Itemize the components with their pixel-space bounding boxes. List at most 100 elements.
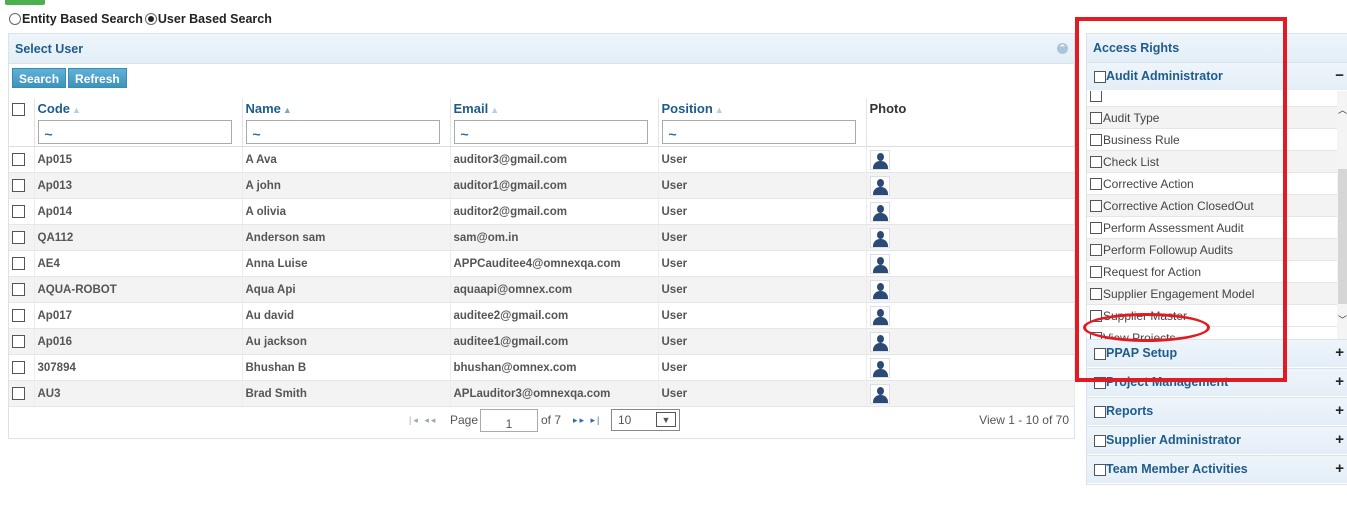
filter-cell: ~ xyxy=(34,118,243,147)
item-checkbox[interactable] xyxy=(1090,288,1102,300)
scrollbar-thumb[interactable] xyxy=(1338,169,1347,304)
item-checkbox[interactable] xyxy=(1090,178,1102,190)
group-checkbox[interactable] xyxy=(1094,71,1106,83)
list-item[interactable]: Business Rule xyxy=(1087,129,1337,151)
table-row[interactable]: AQUA-ROBOT Aqua Api aquaapi@omnex.com User xyxy=(9,276,1075,303)
code-filter-input[interactable]: ~ xyxy=(37,120,232,144)
group-checkbox[interactable] xyxy=(1094,435,1106,447)
position-filter-input[interactable]: ~ xyxy=(661,120,856,144)
table-row[interactable]: Ap014 A olivia auditor2@gmail.com User xyxy=(9,198,1075,225)
page-size-select[interactable]: 10 ▼ xyxy=(611,409,680,431)
scroll-down-icon[interactable]: ﹀ xyxy=(1338,313,1347,326)
column-header-email[interactable]: Email ▲ xyxy=(450,99,659,118)
column-header-code[interactable]: Code ▲ xyxy=(34,99,243,118)
scroll-up-icon[interactable]: ︿ xyxy=(1338,103,1347,116)
name-filter-input[interactable]: ~ xyxy=(245,120,440,144)
column-header-name[interactable]: Name ▲ xyxy=(242,99,451,118)
item-label: Supplier Master xyxy=(1103,309,1188,323)
refresh-button[interactable]: Refresh xyxy=(68,68,127,88)
row-checkbox[interactable] xyxy=(12,361,25,374)
table-row[interactable]: AE4 Anna Luise APPCauditee4@omnexqa.com Use… xyxy=(9,250,1075,277)
expand-toggle-icon[interactable]: + xyxy=(1335,460,1344,477)
list-item[interactable]: Audit Type xyxy=(1087,107,1337,129)
row-checkbox[interactable] xyxy=(12,335,25,348)
item-checkbox[interactable] xyxy=(1090,244,1102,256)
row-checkbox[interactable] xyxy=(12,205,25,218)
list-item[interactable]: Corrective Action xyxy=(1087,173,1337,195)
name-cell: A Ava xyxy=(242,146,451,173)
group-checkbox[interactable] xyxy=(1094,406,1106,418)
row-checkbox[interactable] xyxy=(12,153,25,166)
radio-on-icon[interactable] xyxy=(144,13,157,25)
email-cell: auditee2@gmail.com xyxy=(450,302,659,329)
row-checkbox[interactable] xyxy=(12,309,25,322)
table-row[interactable]: Ap013 A john auditor1@gmail.com User xyxy=(9,172,1075,199)
row-checkbox[interactable] xyxy=(12,387,25,400)
email-filter-input[interactable]: ~ xyxy=(453,120,648,144)
group-label: Supplier Administrator xyxy=(1106,433,1241,447)
list-item[interactable]: View Projects xyxy=(1087,327,1337,339)
table-row[interactable]: Ap016 Au jackson auditee1@gmail.com User xyxy=(9,328,1075,355)
search-button[interactable]: Search xyxy=(12,68,67,88)
table-row[interactable]: Ap017 Au david auditee2@gmail.com User xyxy=(9,302,1075,329)
table-row[interactable]: 307894 Bhushan Bbhushan@omnex.com User xyxy=(9,354,1075,381)
item-checkbox[interactable] xyxy=(1090,266,1102,278)
column-header-position[interactable]: Position ▲ xyxy=(658,99,867,118)
chevron-down-icon[interactable]: ▼ xyxy=(656,412,676,427)
radio-off-icon[interactable] xyxy=(9,13,21,25)
table-row[interactable]: QA112 Anderson sam sam@om.in User xyxy=(9,224,1075,251)
list-item[interactable]: Request for Action xyxy=(1087,261,1337,283)
group-checkbox[interactable] xyxy=(1094,348,1106,360)
group-checkbox[interactable] xyxy=(1094,377,1106,389)
collapse-toggle-icon[interactable]: − xyxy=(1335,67,1344,84)
item-checkbox[interactable] xyxy=(1090,91,1102,102)
item-checkbox[interactable] xyxy=(1090,332,1102,339)
item-checkbox[interactable] xyxy=(1090,112,1102,124)
table-row[interactable]: Ap015 A Ava auditor3@gmail.com User xyxy=(9,146,1075,173)
item-checkbox[interactable] xyxy=(1090,156,1102,168)
group-audit-administrator[interactable]: Audit Administrator − xyxy=(1087,62,1347,90)
group-supplier-administrator[interactable]: Supplier Administrator + xyxy=(1087,426,1347,454)
group-team-member-activities[interactable]: Team Member Activities + xyxy=(1087,455,1347,483)
row-checkbox[interactable] xyxy=(12,231,25,244)
select-all-checkbox[interactable] xyxy=(12,103,25,117)
group-ppap-setup[interactable]: PPAP Setup + xyxy=(1087,339,1347,367)
page-number-input[interactable]: 1 xyxy=(480,409,538,432)
expand-toggle-icon[interactable]: + xyxy=(1335,344,1344,361)
list-item[interactable]: Perform Followup Audits xyxy=(1087,239,1337,261)
first-prev-page-icon[interactable]: |◂ ◂◂ xyxy=(409,415,437,426)
item-checkbox[interactable] xyxy=(1090,200,1102,212)
item-checkbox[interactable] xyxy=(1090,134,1102,146)
expand-toggle-icon[interactable]: + xyxy=(1335,431,1344,448)
items-scrollbar[interactable]: ︿ ﹀ xyxy=(1337,91,1347,339)
group-reports[interactable]: Reports + xyxy=(1087,397,1347,425)
group-project-management[interactable]: Project Management + xyxy=(1087,368,1347,396)
list-item[interactable] xyxy=(1087,91,1337,107)
list-item[interactable]: Perform Assessment Audit xyxy=(1087,217,1337,239)
list-item[interactable]: Supplier Master xyxy=(1087,305,1337,327)
item-checkbox[interactable] xyxy=(1090,310,1102,322)
expand-toggle-icon[interactable]: + xyxy=(1335,373,1344,390)
row-checkbox[interactable] xyxy=(12,257,25,270)
item-checkbox[interactable] xyxy=(1090,222,1102,234)
list-item[interactable]: Corrective Action ClosedOut xyxy=(1087,195,1337,217)
row-checkbox[interactable] xyxy=(12,179,25,192)
list-item[interactable]: Check List xyxy=(1087,151,1337,173)
table-row[interactable]: AU3 Brad Smith APLauditor3@omnexqa.com User xyxy=(9,380,1075,407)
sort-icon: ▲ xyxy=(282,105,292,115)
list-item[interactable]: Supplier Engagement Model xyxy=(1087,283,1337,305)
item-label: View Projects xyxy=(1103,331,1176,339)
row-checkbox[interactable] xyxy=(12,283,25,296)
group-checkbox[interactable] xyxy=(1094,464,1106,476)
group-label: PPAP Setup xyxy=(1106,346,1178,360)
next-last-page-icon[interactable]: ▸▸ ▸| xyxy=(573,415,601,426)
user-search-radio[interactable]: User Based Search xyxy=(144,12,272,26)
expand-toggle-icon[interactable]: + xyxy=(1335,402,1344,419)
top-green-button[interactable] xyxy=(5,0,45,5)
group-label: Project Management xyxy=(1106,375,1229,389)
collapse-icon[interactable]: ⌃ xyxy=(1057,43,1068,54)
user-avatar-icon xyxy=(869,279,890,300)
code-cell: AU3 xyxy=(34,380,243,407)
item-label: Corrective Action xyxy=(1103,177,1194,191)
entity-search-radio[interactable]: Entity Based Search xyxy=(9,12,143,26)
